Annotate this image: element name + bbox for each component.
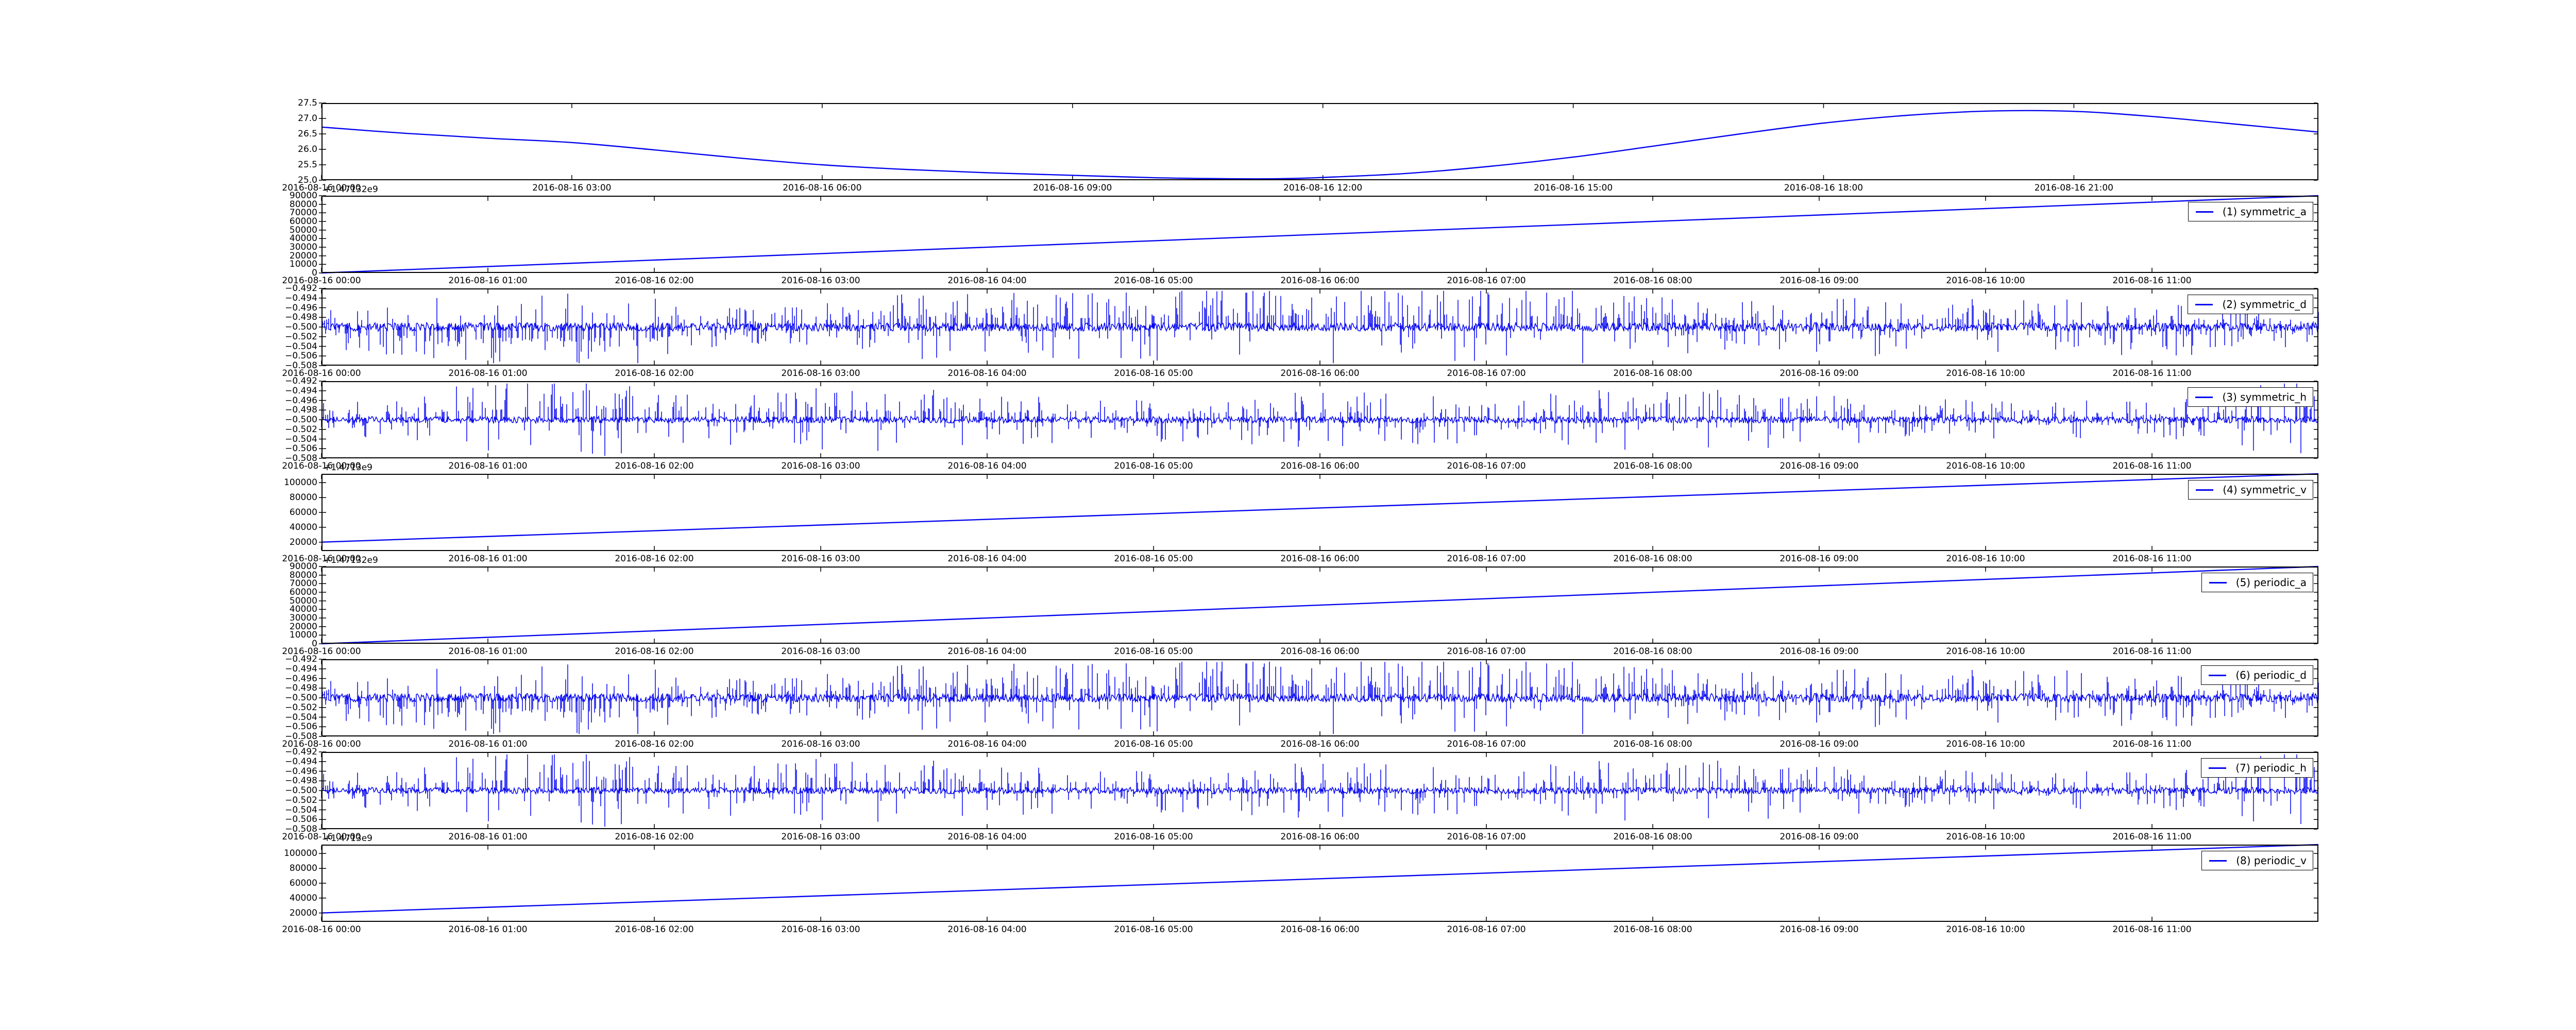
y-tick-label: 20000 bbox=[289, 907, 317, 918]
y-tick-label: 100000 bbox=[284, 848, 317, 859]
subplot-8: (8) periodic_v +1.4713e9 100000 80000 6000… bbox=[0, 0, 2576, 1030]
x-tick-label: 2016-08-16 06:00 bbox=[1280, 924, 1360, 935]
x-tick-label: 2016-08-16 09:00 bbox=[1780, 924, 1859, 935]
x-tick-label: 2016-08-16 02:00 bbox=[615, 924, 694, 935]
plot-frame bbox=[321, 845, 2318, 922]
x-tick-label: 2016-08-16 11:00 bbox=[2112, 924, 2192, 935]
legend-line-sample bbox=[2209, 860, 2227, 862]
x-tick-label: 2016-08-16 04:00 bbox=[947, 924, 1027, 935]
axis-tick-marks bbox=[319, 846, 2317, 921]
y-tick-label: 60000 bbox=[289, 878, 317, 888]
plot-area bbox=[319, 844, 2319, 922]
x-tick-label: 2016-08-16 01:00 bbox=[448, 924, 528, 935]
y-tick-label: 80000 bbox=[289, 863, 317, 874]
x-tick-label: 2016-08-16 08:00 bbox=[1613, 924, 1692, 935]
x-tick-label: 2016-08-16 07:00 bbox=[1447, 924, 1526, 935]
series-line bbox=[321, 844, 2319, 914]
x-tick-label: 2016-08-16 05:00 bbox=[1114, 924, 1193, 935]
legend: (8) periodic_v bbox=[2201, 851, 2313, 870]
legend-label: (8) periodic_v bbox=[2236, 854, 2307, 867]
y-tick-label: 40000 bbox=[289, 892, 317, 903]
y-axis-offset-text: +1.4713e9 bbox=[324, 833, 373, 844]
x-tick-label: 2016-08-16 10:00 bbox=[1946, 924, 2025, 935]
x-tick-label: 2016-08-16 00:00 bbox=[282, 924, 361, 935]
matplotlib-figure: 27.5 27.0 26.5 26.0 25.5 25.0 2016-08-16 00:00… bbox=[0, 0, 2576, 1030]
x-tick-label: 2016-08-16 03:00 bbox=[781, 924, 860, 935]
